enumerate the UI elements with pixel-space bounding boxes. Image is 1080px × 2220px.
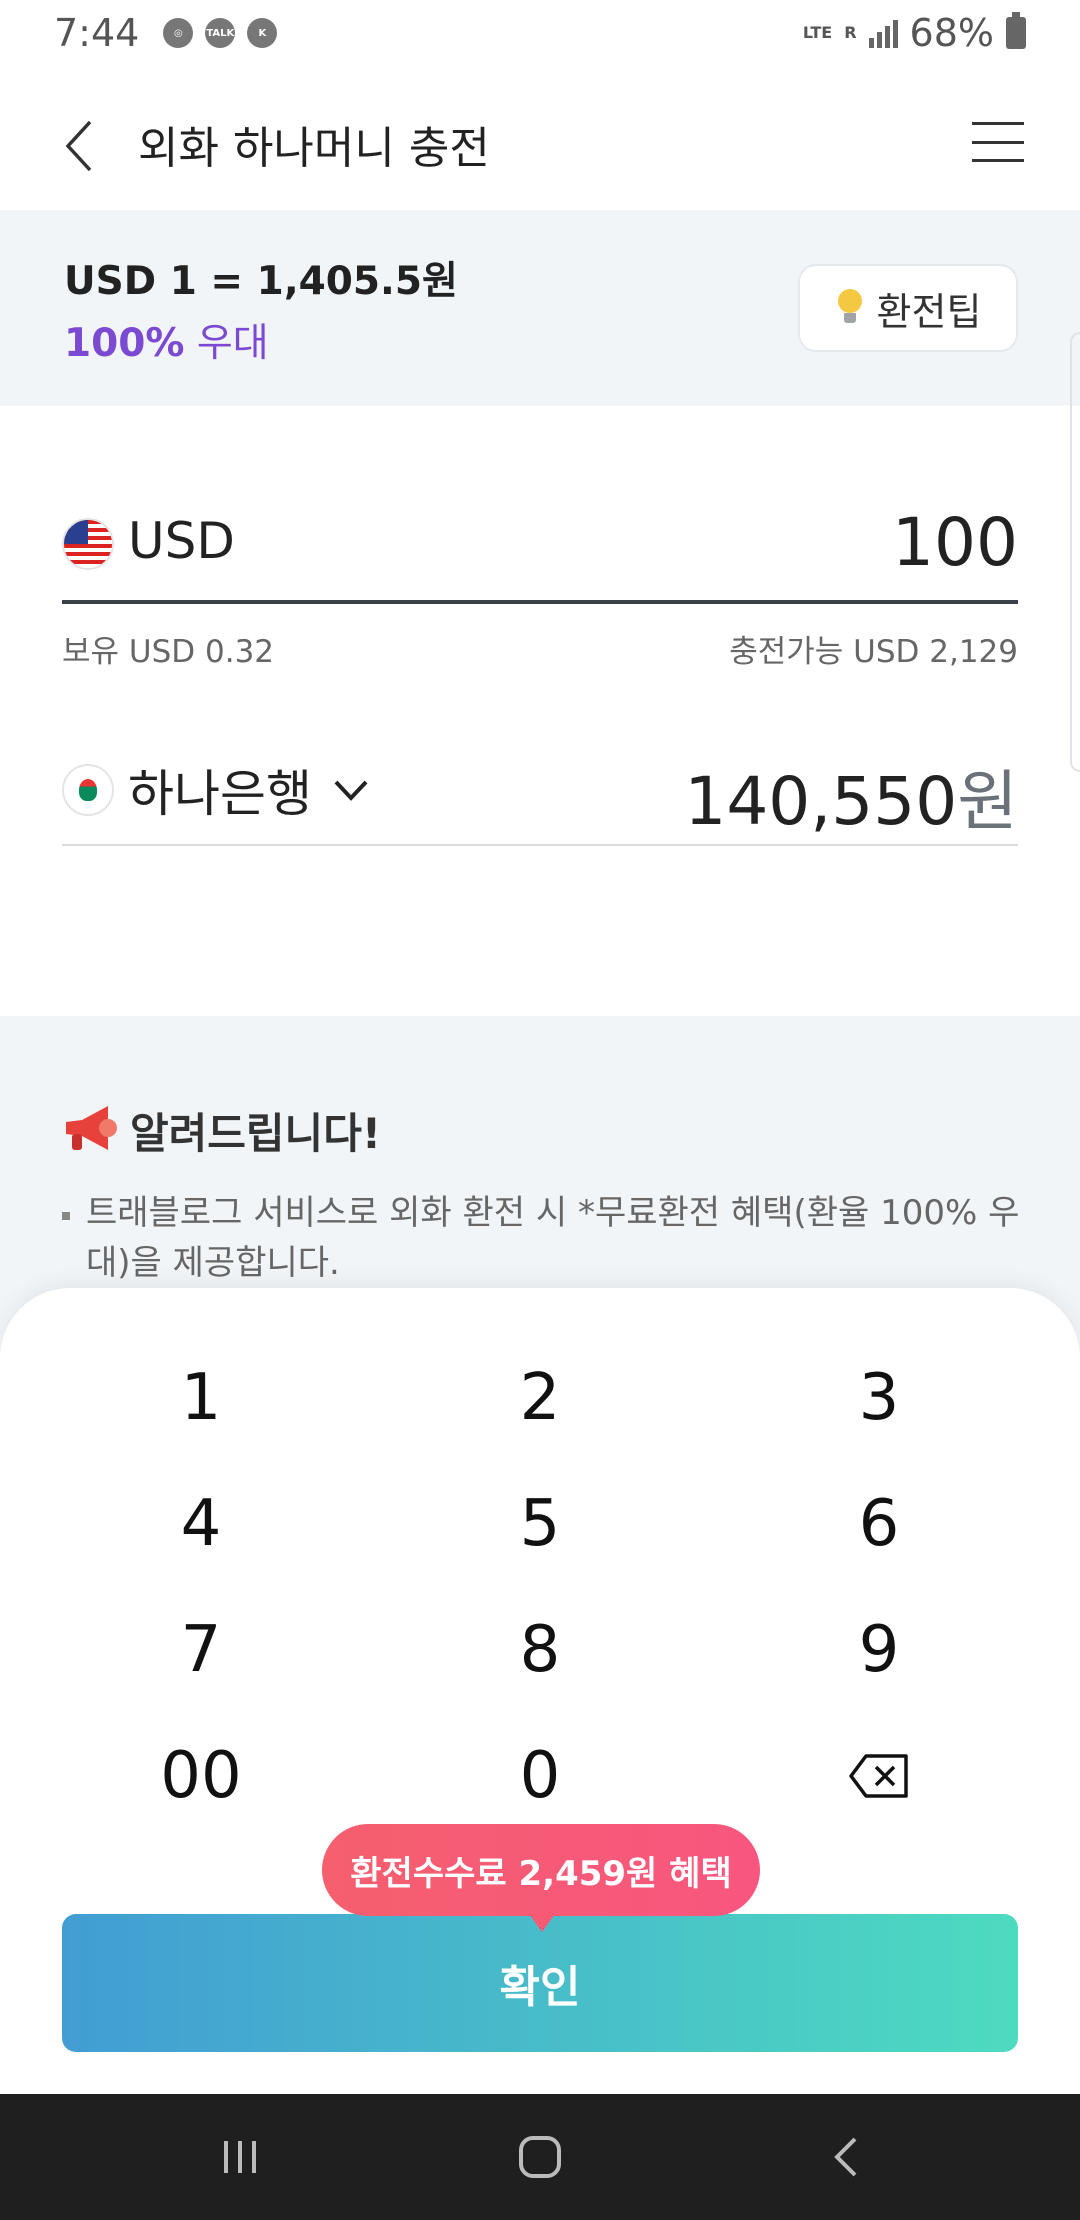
currency-code: USD	[128, 512, 235, 570]
key-5[interactable]: 5	[371, 1464, 709, 1584]
exchange-rate: USD 1 = 1,405.5원	[64, 259, 458, 304]
key-2[interactable]: 2	[371, 1338, 709, 1458]
usd-amount-input[interactable]: USD 100	[62, 500, 1018, 604]
home-button[interactable]	[510, 2132, 570, 2182]
chevron-down-icon[interactable]	[330, 770, 372, 810]
key-0[interactable]: 0	[371, 1716, 709, 1836]
rate-benefit: 100% 우대	[64, 312, 269, 368]
battery-icon	[1006, 12, 1026, 49]
app-header: 외화 하나머니 충전	[0, 90, 1080, 200]
won-amount-value: 140,550	[684, 763, 958, 840]
side-scroll-indicator	[1070, 332, 1080, 772]
benefit-label: 우대	[184, 321, 269, 366]
notice-bullet	[62, 1212, 70, 1220]
system-nav-bar	[0, 2094, 1080, 2220]
menu-button[interactable]	[972, 122, 1024, 162]
fee-benefit-badge: 환전수수료 2,459원 혜택	[322, 1824, 760, 1932]
status-right: LTE R 68%	[803, 11, 1026, 55]
key-1[interactable]: 1	[32, 1338, 370, 1458]
recent-apps-icon	[224, 2141, 256, 2173]
talk-icon: TALK	[205, 18, 236, 48]
exchange-tip-label: 환전팁	[876, 289, 982, 334]
key-7[interactable]: 7	[32, 1590, 370, 1710]
exchange-tip-button[interactable]: 환전팁	[798, 264, 1018, 352]
system-back-icon	[834, 2137, 857, 2177]
system-back-button[interactable]	[816, 2132, 876, 2182]
recent-apps-button[interactable]	[210, 2132, 270, 2182]
key-9[interactable]: 9	[710, 1590, 1048, 1710]
holding-balance: 보유 USD 0.32	[62, 634, 275, 670]
bank-row: 하나은행 140,550원	[62, 740, 1018, 846]
roaming-indicator: R	[844, 23, 857, 42]
status-time: 7:44	[54, 11, 140, 55]
network-type: LTE	[802, 23, 833, 42]
amount-value: 100	[892, 504, 1018, 581]
us-flag-icon	[62, 518, 114, 570]
hana-bank-logo-icon	[62, 764, 114, 816]
key-8[interactable]: 8	[371, 1590, 709, 1710]
status-bar: 7:44 ◎ TALK K LTE R 68%	[0, 0, 1080, 66]
notice-title: 알려드립니다!	[130, 1109, 381, 1158]
backspace-icon	[849, 1754, 908, 1798]
bank-name[interactable]: 하나은행	[128, 754, 312, 826]
back-arrow-icon	[65, 120, 92, 172]
notification-icon: K	[247, 18, 278, 48]
backspace-key[interactable]	[710, 1716, 1048, 1836]
key-00[interactable]: 00	[32, 1716, 370, 1836]
lightbulb-icon	[835, 289, 865, 327]
megaphone-icon	[66, 1106, 117, 1150]
confirm-button[interactable]: 확인	[62, 1914, 1018, 2052]
globe-icon: ◎	[163, 18, 194, 48]
notice-body: 트래블로그 서비스로 외화 환전 시 *무료환전 혜택(환율 100% 우대)을…	[86, 1193, 1020, 1283]
key-6[interactable]: 6	[710, 1464, 1048, 1584]
home-icon	[519, 2136, 561, 2178]
chargeable-limit: 충전가능 USD 2,129	[729, 634, 1018, 670]
key-4[interactable]: 4	[32, 1464, 370, 1584]
status-notification-icons: ◎ TALK K	[163, 18, 278, 48]
back-button[interactable]	[54, 118, 104, 174]
key-3[interactable]: 3	[710, 1338, 1048, 1458]
signal-icon	[868, 18, 898, 48]
page-title: 외화 하나머니 충전	[138, 123, 490, 174]
exchange-rate-panel: USD 1 = 1,405.5원 100% 우대 환전팁	[0, 210, 1080, 406]
won-amount: 140,550원	[684, 748, 1018, 844]
won-unit: 원	[957, 763, 1018, 840]
battery-percent: 68%	[909, 11, 994, 55]
benefit-percent: 100%	[64, 321, 185, 366]
hamburger-menu-icon	[972, 122, 1024, 125]
